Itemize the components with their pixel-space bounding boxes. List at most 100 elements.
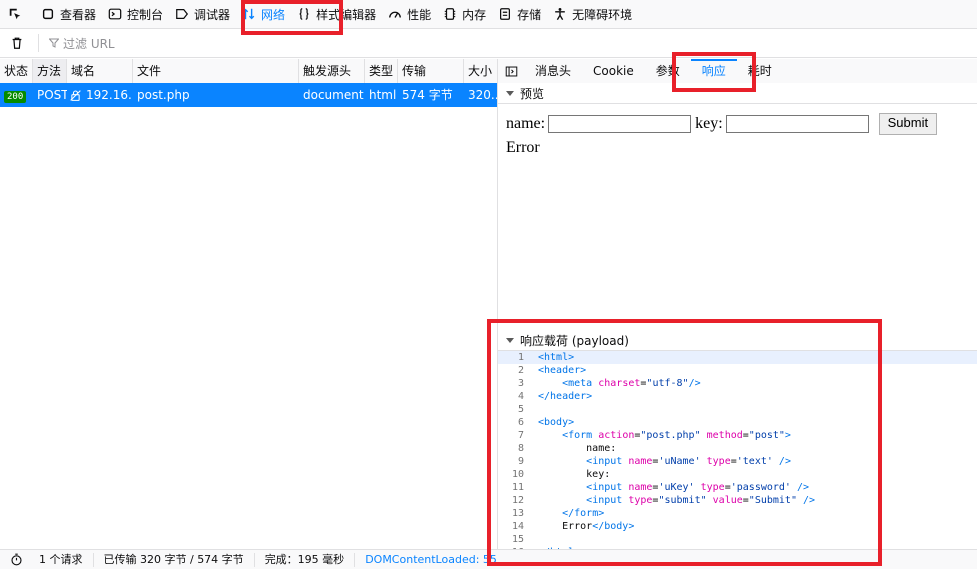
memory-icon xyxy=(444,8,456,20)
code-line: 4 </header> xyxy=(498,390,977,403)
tab-params[interactable]: 参数 xyxy=(645,59,691,83)
line-number: 11 xyxy=(511,482,524,493)
tab-memory[interactable]: 内存 xyxy=(437,0,492,28)
trash-icon[interactable] xyxy=(10,36,24,50)
code-text: <input type="submit" value="Submit" /> xyxy=(586,495,816,506)
request-list-header: 状态 方法 域名 文件 触发源头 类型 传输 大小 xyxy=(0,59,497,84)
tab-console-label: 控制台 xyxy=(127,7,164,22)
line-number: 8 xyxy=(517,443,524,454)
code-text: <body> xyxy=(538,417,575,428)
preview-section-header[interactable]: 预览 xyxy=(498,83,977,104)
code-line: 15 xyxy=(498,533,977,546)
collapse-triangle-icon xyxy=(506,337,514,343)
code-text: key: xyxy=(538,469,611,480)
column-cause[interactable]: 触发源头 xyxy=(299,59,365,83)
tab-inspector-label: 查看器 xyxy=(60,7,97,22)
line-number: 7 xyxy=(517,430,524,441)
payload-code-viewer[interactable]: 1 <html> 2 <header> 3 <meta charset="utf-8"/… xyxy=(498,351,977,568)
file-cell: post.php xyxy=(137,88,190,102)
line-number: 2 xyxy=(517,365,524,376)
element-picker-button[interactable] xyxy=(0,0,35,28)
storage-icon xyxy=(500,8,511,20)
preview-name-label: name: xyxy=(506,115,546,132)
preview-title: 预览 xyxy=(520,86,545,101)
code-text: <header> xyxy=(538,365,587,376)
tab-storage[interactable]: 存储 xyxy=(492,0,547,28)
code-line: 11 <input name='uKey' type='password' /> xyxy=(498,481,977,494)
tab-timings[interactable]: 耗时 xyxy=(737,59,783,83)
line-number: 6 xyxy=(517,417,524,428)
tab-performance[interactable]: 性能 xyxy=(382,0,437,28)
column-size[interactable]: 大小 xyxy=(464,59,497,83)
line-number: 5 xyxy=(517,404,524,415)
network-filter-bar: 过滤 URL xyxy=(0,29,977,58)
tab-accessibility[interactable]: 无障碍环境 xyxy=(547,0,638,28)
line-number: 3 xyxy=(517,378,524,389)
tab-response[interactable]: 响应 xyxy=(691,59,737,83)
line-number: 14 xyxy=(511,521,524,532)
tab-inspector[interactable]: 查看器 xyxy=(35,0,102,28)
line-number: 4 xyxy=(517,391,524,402)
filter-url-input[interactable]: 过滤 URL xyxy=(38,34,115,52)
tab-style-editor-label: 样式编辑器 xyxy=(316,7,377,22)
response-preview: name: key: Submit Error xyxy=(506,112,938,160)
column-status[interactable]: 状态 xyxy=(0,59,33,83)
filter-url-placeholder: 过滤 URL xyxy=(63,36,115,51)
line-number: 15 xyxy=(511,534,524,545)
line-number: 10 xyxy=(511,469,524,480)
tab-console[interactable]: 控制台 xyxy=(102,0,169,28)
payload-title: 响应载荷 (payload) xyxy=(520,333,629,348)
column-domain[interactable]: 域名 xyxy=(67,59,133,83)
tab-debugger[interactable]: 调试器 xyxy=(169,0,236,28)
tab-cookie[interactable]: Cookie xyxy=(582,59,645,83)
devtools-toolbar: 查看器 控制台 调试器 网络 样式编辑器 性能 内存 存储 无障碍环境 xyxy=(0,0,977,29)
code-text: <input name='uName' type='text' /> xyxy=(586,456,791,467)
preview-key-label: key: xyxy=(695,115,723,132)
preview-key-input[interactable] xyxy=(725,115,869,133)
code-text: <meta charset="utf-8"/> xyxy=(562,378,701,389)
sidebar-toggle-icon xyxy=(505,66,517,76)
code-line: 6 <body> xyxy=(498,416,977,429)
network-status-bar: 1 个请求 已传输 320 字节 / 574 字节 完成：195 毫秒 DOMC… xyxy=(0,549,977,569)
code-text: name: xyxy=(538,443,617,454)
inspector-icon xyxy=(42,8,54,20)
filter-icon xyxy=(49,38,59,48)
preview-name-input[interactable] xyxy=(548,115,692,133)
code-line: 2 <header> xyxy=(498,364,977,377)
table-row[interactable]: 200 POST 192.16... post.php document htm… xyxy=(0,83,497,107)
stopwatch-icon[interactable] xyxy=(10,553,23,566)
line-number: 12 xyxy=(511,495,524,506)
tab-network[interactable]: 网络 xyxy=(236,0,291,28)
code-line: 8 name: xyxy=(498,442,977,455)
console-icon xyxy=(108,8,122,20)
code-line: 13 </form> xyxy=(498,507,977,520)
accessibility-icon xyxy=(555,8,565,21)
tab-memory-label: 内存 xyxy=(462,7,487,22)
tab-style-editor[interactable]: 样式编辑器 xyxy=(291,0,382,28)
transferred-cell: 574 字节 xyxy=(402,88,453,102)
code-line: 12 <input type="submit" value="Submit" /… xyxy=(498,494,977,507)
style-editor-icon xyxy=(299,8,309,20)
column-type[interactable]: 类型 xyxy=(365,59,398,83)
status-badge: 200 xyxy=(4,91,27,103)
cause-cell: document xyxy=(303,88,364,102)
code-line: 10 key: xyxy=(498,468,977,481)
request-count: 1 个请求 xyxy=(29,552,94,567)
code-text: </form> xyxy=(562,508,605,519)
tab-accessibility-label: 无障碍环境 xyxy=(572,7,633,22)
domain-cell: 192.16... xyxy=(67,83,133,107)
preview-submit-button[interactable]: Submit xyxy=(878,113,938,135)
payload-section-header[interactable]: 响应载荷 (payload) xyxy=(498,330,977,351)
code-text: </header> xyxy=(538,391,593,402)
line-number: 9 xyxy=(517,456,524,467)
column-method[interactable]: 方法 xyxy=(33,59,67,83)
toggle-panel-button[interactable] xyxy=(498,65,524,78)
element-picker-icon xyxy=(9,8,21,20)
tab-headers[interactable]: 消息头 xyxy=(524,59,582,83)
column-transferred[interactable]: 传输 xyxy=(398,59,464,83)
column-file[interactable]: 文件 xyxy=(133,59,299,83)
code-line: 7 <form action="post.php" method="post"> xyxy=(498,429,977,442)
network-icon xyxy=(242,8,255,20)
code-line: 5 xyxy=(498,403,977,416)
details-tabbar: 消息头 Cookie 参数 响应 耗时 xyxy=(498,59,977,84)
